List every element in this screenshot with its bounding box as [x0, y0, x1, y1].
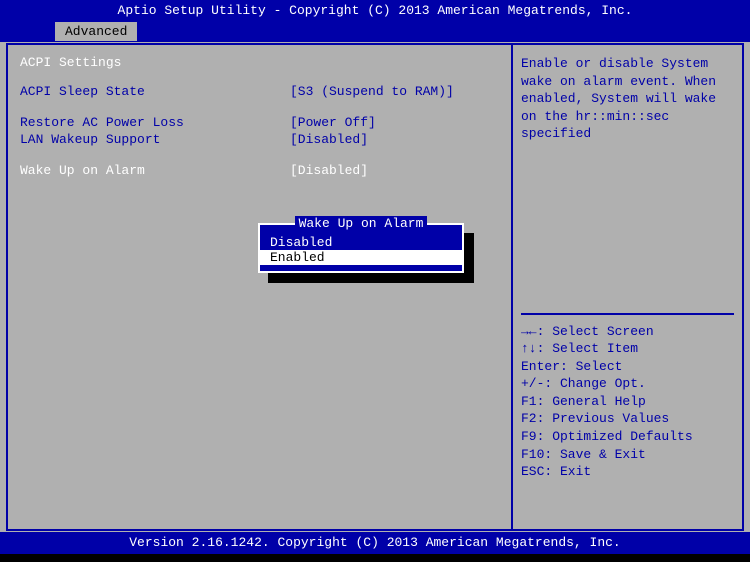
settings-list: ACPI Sleep State[S3 (Suspend to RAM)] Res…: [20, 84, 499, 178]
setting-value: [Disabled]: [290, 132, 368, 147]
setting-label: LAN Wakeup Support: [20, 132, 290, 147]
setting-row[interactable]: Wake Up on Alarm[Disabled]: [20, 163, 499, 178]
popup-title: Wake Up on Alarm: [260, 216, 462, 231]
footer-text: Version 2.16.1242. Copyright (C) 2013 Am…: [129, 535, 620, 550]
setting-value: [S3 (Suspend to RAM)]: [290, 84, 454, 99]
setting-label: ACPI Sleep State: [20, 84, 290, 99]
setting-row[interactable]: LAN Wakeup Support[Disabled]: [20, 132, 499, 147]
main-area: ACPI Settings ACPI Sleep State[S3 (Suspe…: [0, 42, 750, 532]
keyhelp-row: F10: Save & Exit: [521, 446, 734, 464]
header-bar: Aptio Setup Utility - Copyright (C) 2013…: [0, 0, 750, 22]
keyhelp-row: F9: Optimized Defaults: [521, 428, 734, 446]
keyhelp-row: Enter: Select: [521, 358, 734, 376]
key-help: →←: Select Screen↑↓: Select ItemEnter: S…: [521, 323, 734, 481]
section-title: ACPI Settings: [20, 55, 499, 70]
setting-row[interactable]: Restore AC Power Loss[Power Off]: [20, 115, 499, 130]
settings-panel: ACPI Settings ACPI Sleep State[S3 (Suspe…: [6, 43, 512, 531]
popup-option[interactable]: Enabled: [260, 250, 462, 265]
keyhelp-row: →←: Select Screen: [521, 323, 734, 341]
divider: [521, 313, 734, 315]
keyhelp-row: F1: General Help: [521, 393, 734, 411]
keyhelp-row: ESC: Exit: [521, 463, 734, 481]
setting-value: [Power Off]: [290, 115, 376, 130]
app-title: Aptio Setup Utility - Copyright (C) 2013…: [118, 3, 633, 18]
setting-label: Restore AC Power Loss: [20, 115, 290, 130]
setting-value: [Disabled]: [290, 163, 368, 178]
help-panel: Enable or disable System wake on alarm e…: [512, 43, 744, 531]
tab-advanced[interactable]: Advanced: [55, 22, 137, 41]
keyhelp-row: F2: Previous Values: [521, 410, 734, 428]
popup-wake-up-on-alarm: Wake Up on Alarm DisabledEnabled: [258, 223, 464, 273]
popup-options: DisabledEnabled: [260, 235, 462, 265]
footer-bar: Version 2.16.1242. Copyright (C) 2013 Am…: [0, 532, 750, 554]
keyhelp-row: +/-: Change Opt.: [521, 375, 734, 393]
setting-row[interactable]: ACPI Sleep State[S3 (Suspend to RAM)]: [20, 84, 499, 99]
setting-label: Wake Up on Alarm: [20, 163, 290, 178]
help-text: Enable or disable System wake on alarm e…: [521, 55, 734, 143]
popup-option[interactable]: Disabled: [260, 235, 462, 250]
keyhelp-row: ↑↓: Select Item: [521, 340, 734, 358]
tab-bar: Advanced: [0, 22, 750, 42]
